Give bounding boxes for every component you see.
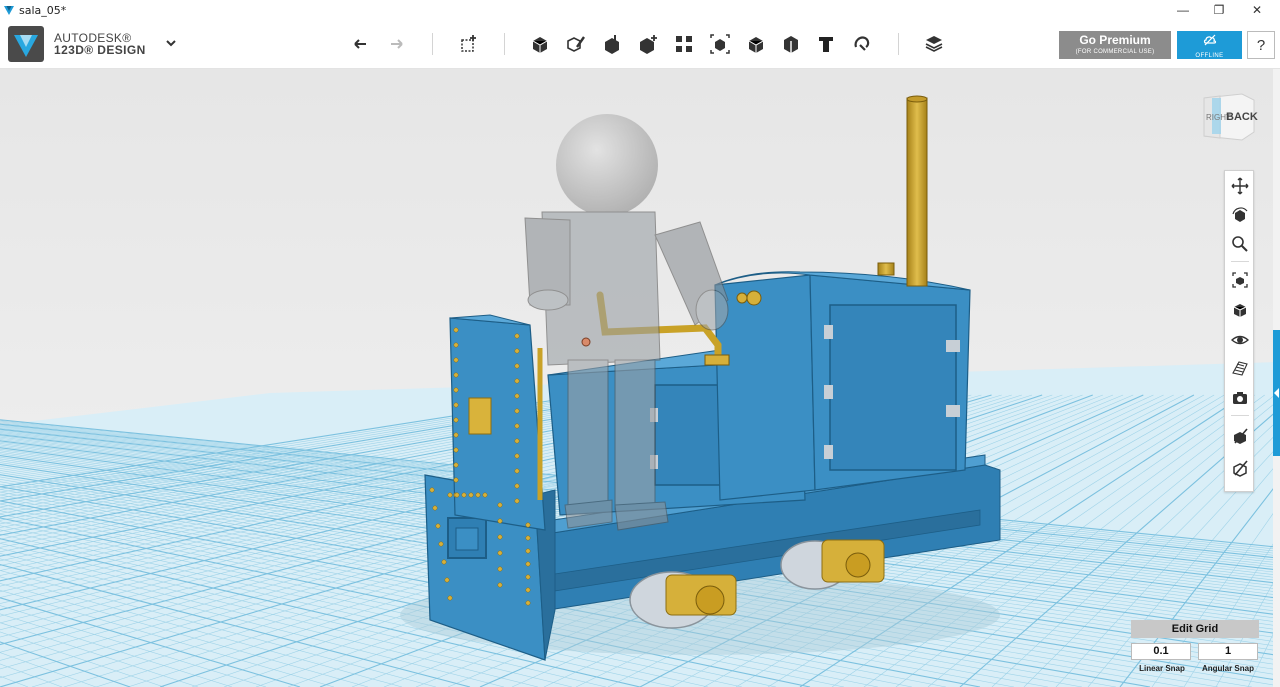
offline-button[interactable]: OFFLINE <box>1177 31 1242 59</box>
orbit-button[interactable] <box>1229 204 1251 226</box>
angular-snap-label: Angular Snap <box>1201 664 1254 673</box>
snap-button[interactable] <box>849 31 875 57</box>
text-button[interactable] <box>813 31 839 57</box>
go-premium-label: Go Premium <box>1079 33 1151 47</box>
edit-grid-button[interactable]: Edit Grid <box>1131 620 1259 638</box>
navigation-bar <box>1224 170 1254 492</box>
camera-icon <box>1233 392 1247 404</box>
go-premium-sublabel: (FOR COMMERCIAL USE) <box>1075 49 1155 55</box>
linear-snap-label: Linear Snap <box>1139 664 1185 673</box>
construct-button[interactable] <box>599 31 625 57</box>
combine-button[interactable] <box>743 31 769 57</box>
orbit-icon <box>1232 207 1248 222</box>
modify-icon <box>640 35 657 54</box>
views-button[interactable] <box>1229 299 1251 321</box>
side-panel-toggle[interactable] <box>1273 330 1280 456</box>
toolbar-divider <box>504 33 505 55</box>
document-title: sala_05* <box>19 3 67 17</box>
material-icon <box>925 36 943 52</box>
cloud-offline-icon <box>1203 34 1216 46</box>
pan-button[interactable] <box>1229 175 1251 197</box>
help-button[interactable]: ? <box>1247 31 1275 59</box>
angular-snap-field[interactable]: 1 <box>1198 643 1258 660</box>
grid-icon <box>1232 361 1248 376</box>
linear-snap-field[interactable]: 0.1 <box>1131 643 1191 660</box>
visibility-icon <box>1231 335 1249 345</box>
undo-button[interactable] <box>348 31 374 57</box>
minimize-button[interactable]: — <box>1164 0 1202 20</box>
material-toggle-icon <box>1234 428 1248 444</box>
maximize-button[interactable]: ❐ <box>1200 0 1238 20</box>
grid-button[interactable] <box>1229 357 1251 379</box>
offline-label: OFFLINE <box>1195 53 1224 59</box>
visibility-button[interactable] <box>1229 329 1251 351</box>
measure-button[interactable] <box>778 31 804 57</box>
transform-button[interactable] <box>456 31 482 57</box>
zoom-icon <box>1232 236 1248 252</box>
fit-icon <box>1232 272 1248 288</box>
navbar-divider <box>1231 415 1249 416</box>
navbar-divider <box>1231 261 1249 262</box>
side-scroll-track-top <box>1273 69 1280 330</box>
brand-logo-icon <box>8 26 44 62</box>
pan-icon <box>1231 177 1249 195</box>
pattern-icon <box>676 36 692 52</box>
zoom-button[interactable] <box>1229 233 1251 255</box>
side-scroll-track-bottom <box>1273 456 1280 687</box>
combine-icon <box>748 37 764 53</box>
sketch-icon <box>567 36 585 52</box>
app-logo-icon <box>4 6 14 15</box>
grouping-button[interactable] <box>707 31 733 57</box>
snap-icon <box>854 36 870 51</box>
transform-icon <box>461 35 476 52</box>
fit-button[interactable] <box>1229 269 1251 291</box>
brand-line-2: 123D® DESIGN <box>54 43 146 57</box>
redo-button[interactable] <box>383 31 409 57</box>
modify-button[interactable] <box>635 31 661 57</box>
arrow-left-icon <box>1274 388 1279 398</box>
app-menu[interactable]: AUTODESK® 123D® DESIGN <box>8 26 146 62</box>
pattern-button[interactable] <box>671 31 697 57</box>
camera-button[interactable] <box>1229 387 1251 409</box>
outline-toggle-icon <box>1233 460 1248 477</box>
undo-icon <box>354 39 366 49</box>
primitives-button[interactable] <box>527 31 553 57</box>
viewcube-face-label: BACK <box>1226 111 1258 123</box>
views-icon <box>1233 304 1247 317</box>
material-toggle-button[interactable] <box>1229 425 1251 447</box>
go-premium-button[interactable]: Go Premium (FOR COMMERCIAL USE) <box>1059 31 1171 59</box>
viewcube[interactable]: RIGHT BACK <box>1198 88 1258 146</box>
outline-toggle-button[interactable] <box>1229 457 1251 479</box>
primitives-icon <box>532 37 548 53</box>
construct-icon <box>605 35 619 54</box>
main-toolbar: AUTODESK® 123D® DESIGN Go Premium (FOR C… <box>0 20 1280 69</box>
3d-viewport[interactable]: RIGHT BACK <box>0 69 1280 687</box>
close-button[interactable]: ✕ <box>1238 0 1276 20</box>
measure-icon <box>784 36 798 53</box>
grouping-icon <box>710 34 730 54</box>
redo-icon <box>391 39 403 49</box>
toolbar-divider <box>898 33 899 55</box>
scene-canvas[interactable] <box>0 69 1280 687</box>
window-titlebar: sala_05* — ❐ ✕ <box>0 0 1280 20</box>
material-button[interactable] <box>921 31 947 57</box>
sketch-button[interactable] <box>563 31 589 57</box>
toolbar-divider <box>432 33 433 55</box>
wheel-front <box>780 539 885 590</box>
chevron-down-icon[interactable] <box>164 36 178 50</box>
text-icon <box>819 37 833 52</box>
